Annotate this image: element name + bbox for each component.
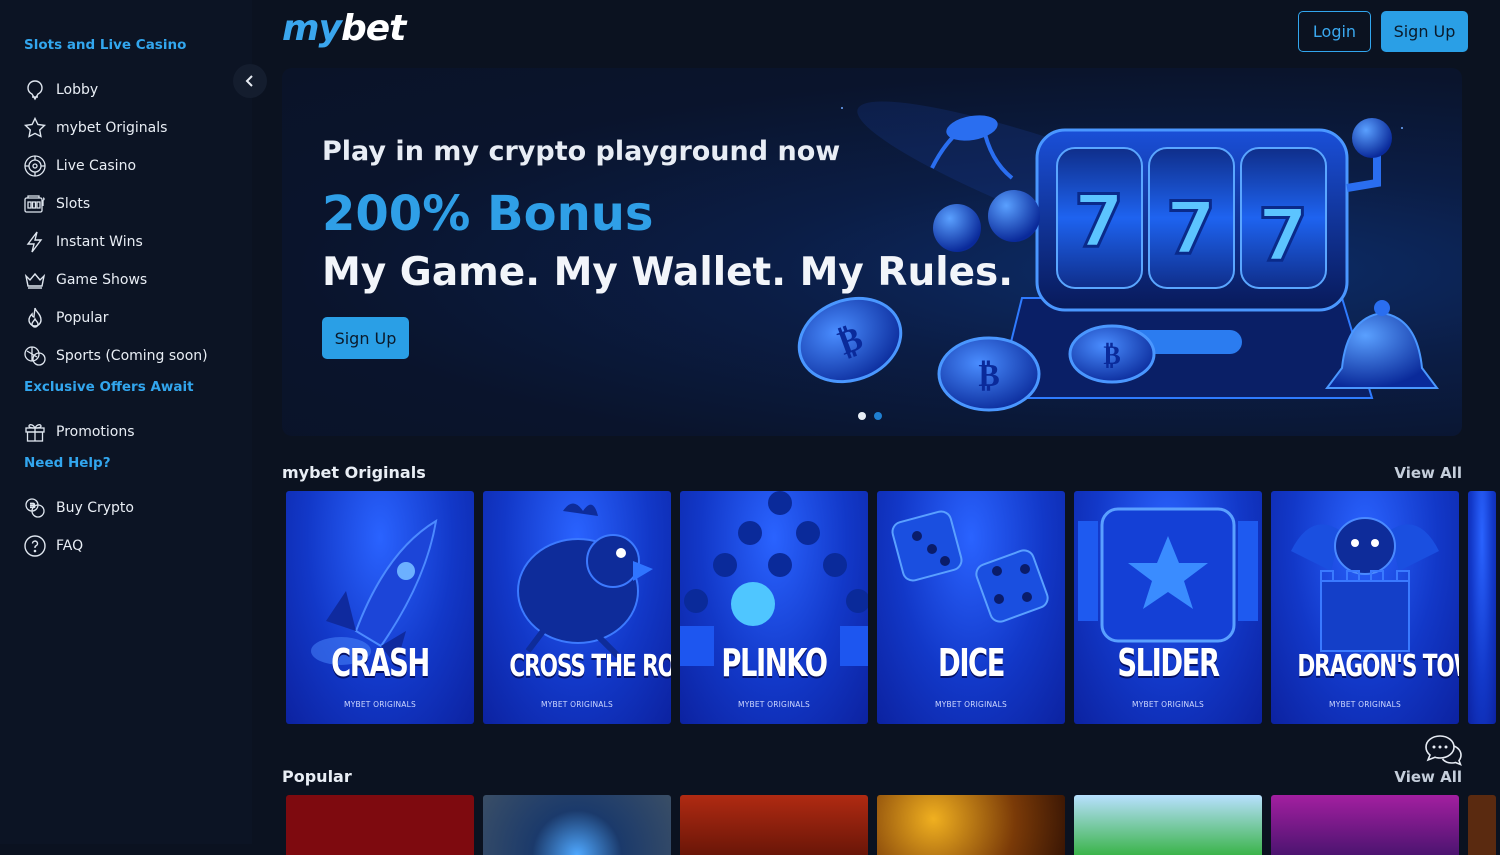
dice-icon	[891, 510, 1049, 623]
slot-machine-icon	[22, 191, 48, 217]
sidebar-item-live-casino[interactable]: Live Casino	[22, 151, 232, 181]
popular-game-card[interactable]	[1468, 795, 1496, 855]
carousel-dots	[858, 412, 882, 420]
sports-ball-icon	[22, 343, 48, 369]
carousel-dot[interactable]	[874, 412, 882, 420]
sidebar: Slots and Live Casino Lobby mybet Origin…	[0, 0, 252, 844]
login-button[interactable]: Login	[1298, 11, 1371, 52]
game-subtitle: MYBET ORIGINALS	[1329, 700, 1401, 709]
game-card-dragons-tower[interactable]: DRAGON'S TOWER MYBET ORIGINALS	[1271, 491, 1459, 724]
game-card-crash[interactable]: CRASH MYBET ORIGINALS	[286, 491, 474, 724]
sidebar-item-lobby[interactable]: Lobby	[22, 75, 232, 105]
svg-text:7: 7	[1166, 186, 1216, 270]
banner-tagline: Play in my crypto playground now	[322, 136, 841, 167]
banner-bonus: 200% Bonus	[322, 186, 654, 242]
plinko-pegs-icon	[680, 491, 868, 666]
sidebar-item-label: Live Casino	[56, 158, 137, 174]
flame-icon	[22, 305, 48, 331]
chat-button[interactable]	[1424, 734, 1464, 768]
banner-signup-button[interactable]: Sign Up	[322, 317, 409, 359]
game-subtitle: MYBET ORIGINALS	[935, 700, 1007, 709]
crown-icon	[22, 267, 48, 293]
sidebar-item-instant-wins[interactable]: Instant Wins	[22, 227, 232, 257]
hero-banner[interactable]: 7 7 7 ₿ ₿ ₿ Play in my crypto playground…	[282, 68, 1462, 436]
originals-row: CRASH MYBET ORIGINALS CROSS THE ROAD MYB…	[286, 491, 1496, 724]
svg-text:7: 7	[1074, 179, 1124, 263]
game-subtitle: MYBET ORIGINALS	[1132, 700, 1204, 709]
chevron-left-icon	[245, 75, 253, 87]
question-icon	[22, 533, 48, 559]
game-subtitle: MYBET ORIGINALS	[344, 700, 416, 709]
game-subtitle: MYBET ORIGINALS	[541, 700, 613, 709]
svg-text:7: 7	[1258, 193, 1308, 277]
game-subtitle: MYBET ORIGINALS	[738, 700, 810, 709]
svg-text:₿: ₿	[978, 356, 999, 394]
popular-game-card[interactable]	[286, 795, 474, 855]
sidebar-section-offers: Exclusive Offers Await	[24, 379, 194, 395]
game-name: SLIDER	[1117, 641, 1220, 685]
sidebar-section-casino: Slots and Live Casino	[24, 37, 187, 53]
popular-view-all-link[interactable]: View All	[1394, 768, 1462, 786]
roulette-icon	[22, 153, 48, 179]
gift-icon	[22, 419, 48, 445]
game-card-cross-the-road[interactable]: CROSS THE ROAD MYBET ORIGINALS	[483, 491, 671, 724]
game-name: PLINKO	[721, 641, 828, 685]
popular-game-card[interactable]	[877, 795, 1065, 855]
originals-view-all-link[interactable]: View All	[1394, 464, 1462, 482]
sidebar-item-label: Instant Wins	[56, 234, 143, 250]
popular-game-card[interactable]	[483, 795, 671, 855]
collapse-sidebar-button[interactable]	[233, 64, 267, 98]
game-name: CRASH	[331, 641, 430, 685]
popular-game-card[interactable]	[1271, 795, 1459, 855]
sidebar-item-slots[interactable]: Slots	[22, 189, 232, 219]
sidebar-item-faq[interactable]: FAQ	[22, 531, 232, 561]
rocket-icon	[311, 519, 438, 666]
logo-bet: bet	[340, 8, 406, 49]
game-name: DICE	[938, 641, 1005, 685]
sidebar-item-label: mybet Originals	[56, 120, 168, 136]
sidebar-item-label: Sports (Coming soon)	[56, 348, 208, 364]
chat-icon	[1425, 735, 1462, 766]
game-card-dice[interactable]: DICE MYBET ORIGINALS	[877, 491, 1065, 724]
chicken-icon	[517, 503, 653, 659]
popular-game-card[interactable]	[680, 795, 868, 855]
banner-slogan: My Game. My Wallet. My Rules.	[322, 250, 1014, 295]
game-card-partial[interactable]	[1468, 491, 1496, 724]
game-name: CROSS THE ROAD	[509, 649, 671, 684]
sidebar-item-label: Slots	[56, 196, 91, 212]
sidebar-item-label: Game Shows	[56, 272, 148, 288]
popular-title: Popular	[282, 767, 352, 786]
logo[interactable]: mybet	[282, 8, 406, 49]
sidebar-item-game-shows[interactable]: Game Shows	[22, 265, 232, 295]
svg-text:₿: ₿	[1103, 341, 1120, 371]
star-icon	[22, 115, 48, 141]
originals-title: mybet Originals	[282, 463, 426, 482]
lightning-icon	[22, 229, 48, 255]
game-card-slider[interactable]: SLIDER MYBET ORIGINALS	[1074, 491, 1262, 724]
star-tile-icon	[1078, 507, 1258, 643]
sidebar-section-help: Need Help?	[24, 455, 111, 471]
sidebar-item-buy-crypto[interactable]: Buy Crypto	[22, 493, 232, 523]
coins-icon	[22, 495, 48, 521]
sidebar-item-label: Buy Crypto	[56, 500, 134, 516]
popular-game-card[interactable]	[1074, 795, 1262, 855]
sidebar-item-originals[interactable]: mybet Originals	[22, 113, 232, 143]
sidebar-item-label: Lobby	[56, 82, 99, 98]
lobby-icon	[22, 77, 48, 103]
sidebar-item-label: Popular	[56, 310, 109, 326]
carousel-dot[interactable]	[858, 412, 866, 420]
dragon-icon	[1291, 517, 1439, 652]
sidebar-item-promotions[interactable]: Promotions	[22, 417, 232, 447]
sidebar-item-popular[interactable]: Popular	[22, 303, 232, 333]
popular-row	[286, 795, 1496, 855]
game-name: DRAGON'S TOWER	[1297, 649, 1459, 684]
signup-button[interactable]: Sign Up	[1381, 11, 1468, 52]
sidebar-item-sports[interactable]: Sports (Coming soon)	[22, 341, 232, 371]
sidebar-item-label: Promotions	[56, 424, 135, 440]
logo-my: my	[282, 8, 342, 49]
game-card-plinko[interactable]: PLINKO MYBET ORIGINALS	[680, 491, 868, 724]
sidebar-item-label: FAQ	[56, 538, 84, 554]
